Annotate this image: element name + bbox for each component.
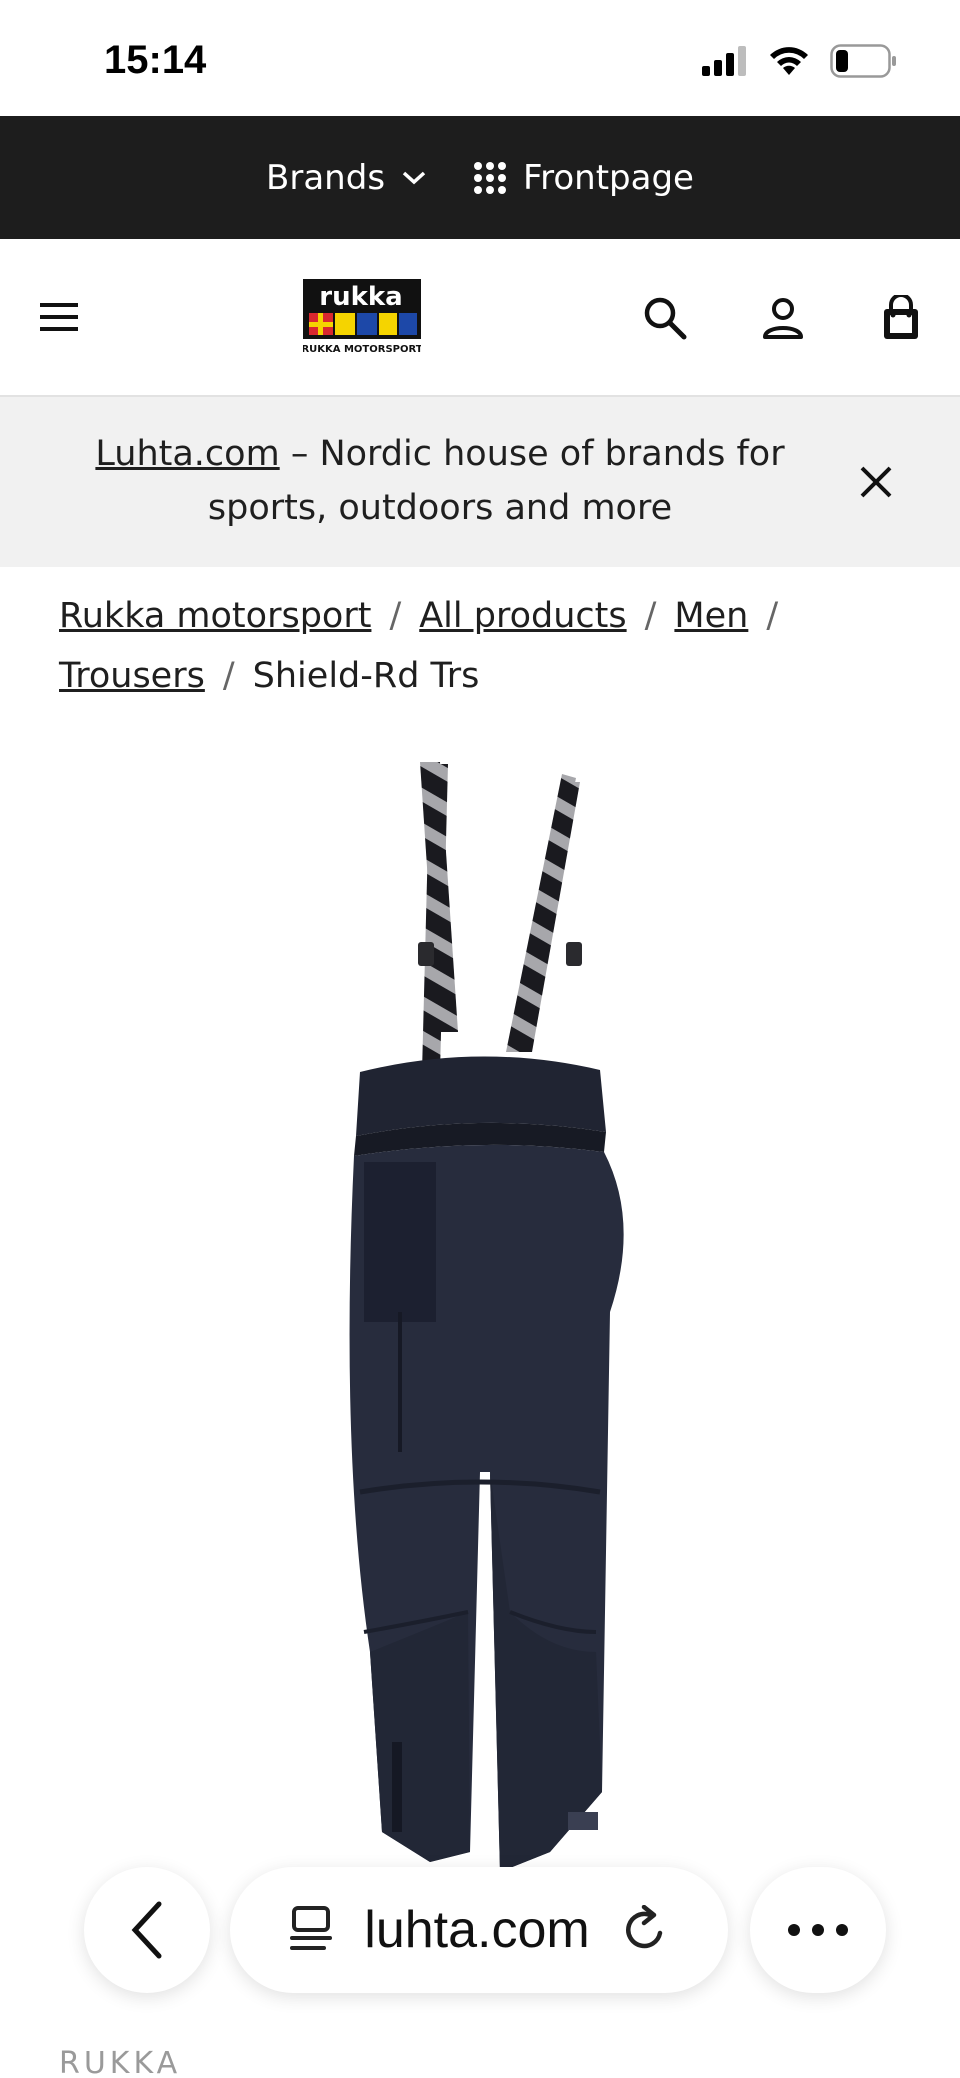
breadcrumb-item-all-products[interactable]: All products: [419, 596, 626, 636]
breadcrumb-separator: /: [766, 596, 779, 636]
status-bar: 15:14: [0, 0, 960, 116]
chevron-down-icon: [402, 171, 426, 184]
account-icon[interactable]: [760, 295, 806, 341]
shopping-bag-icon[interactable]: [878, 295, 924, 341]
url-text: luhta.com: [364, 1901, 590, 1959]
logo-text: rukka: [319, 282, 402, 312]
breadcrumb: Rukka motorsport / All products / Men / Trouse…: [59, 586, 919, 706]
menu-icon[interactable]: [38, 297, 82, 337]
breadcrumb-item-men[interactable]: Men: [674, 596, 748, 636]
breadcrumb-item-rukka-motorsport[interactable]: Rukka motorsport: [59, 596, 371, 636]
chevron-left-icon: [131, 1901, 162, 1959]
breadcrumb-separator: /: [644, 596, 657, 636]
close-icon[interactable]: [858, 464, 894, 500]
address-bar[interactable]: luhta.com: [230, 1867, 728, 1993]
breadcrumb-separator: /: [389, 596, 402, 636]
more-options-button[interactable]: [750, 1867, 886, 1993]
banner-link[interactable]: Luhta.com: [95, 434, 279, 474]
product-brand-label: RUKKA: [59, 2046, 182, 2078]
breadcrumb-current: Shield-Rd Trs: [252, 656, 480, 696]
frontpage-label: Frontpage: [523, 157, 694, 198]
info-banner: Luhta.com – Nordic house of brands for s…: [0, 397, 960, 567]
back-button[interactable]: [84, 1867, 210, 1993]
browser-toolbar: luhta.com: [0, 1855, 960, 2015]
rukka-logo[interactable]: rukka RUKKA MOTORSPORT: [301, 279, 423, 357]
banner-description: – Nordic house of brands for sports, out…: [207, 434, 785, 528]
brands-dropdown[interactable]: Brands: [266, 158, 427, 198]
signal-icon: [702, 46, 746, 76]
status-time: 15:14: [104, 38, 207, 82]
breadcrumb-item-trousers[interactable]: Trousers: [59, 656, 205, 696]
search-icon[interactable]: [642, 295, 688, 341]
breadcrumb-separator: /: [222, 656, 235, 696]
top-brand-bar: Brands Frontpage: [0, 116, 960, 239]
battery-icon: [830, 44, 896, 78]
tabs-icon: [290, 1906, 333, 1950]
site-header: rukka RUKKA MOTORSPORT: [0, 239, 960, 397]
frontpage-link[interactable]: Frontpage: [473, 158, 694, 198]
more-icon: [788, 1924, 848, 1936]
reload-icon[interactable]: [620, 1905, 670, 1955]
brands-label: Brands: [266, 157, 386, 198]
grid-icon: [474, 161, 507, 194]
wifi-icon: [770, 47, 808, 75]
logo-subtext: RUKKA MOTORSPORT: [303, 344, 421, 355]
banner-text: Luhta.com – Nordic house of brands for s…: [40, 427, 840, 535]
status-icons: [702, 44, 898, 78]
product-image[interactable]: [300, 752, 660, 1882]
